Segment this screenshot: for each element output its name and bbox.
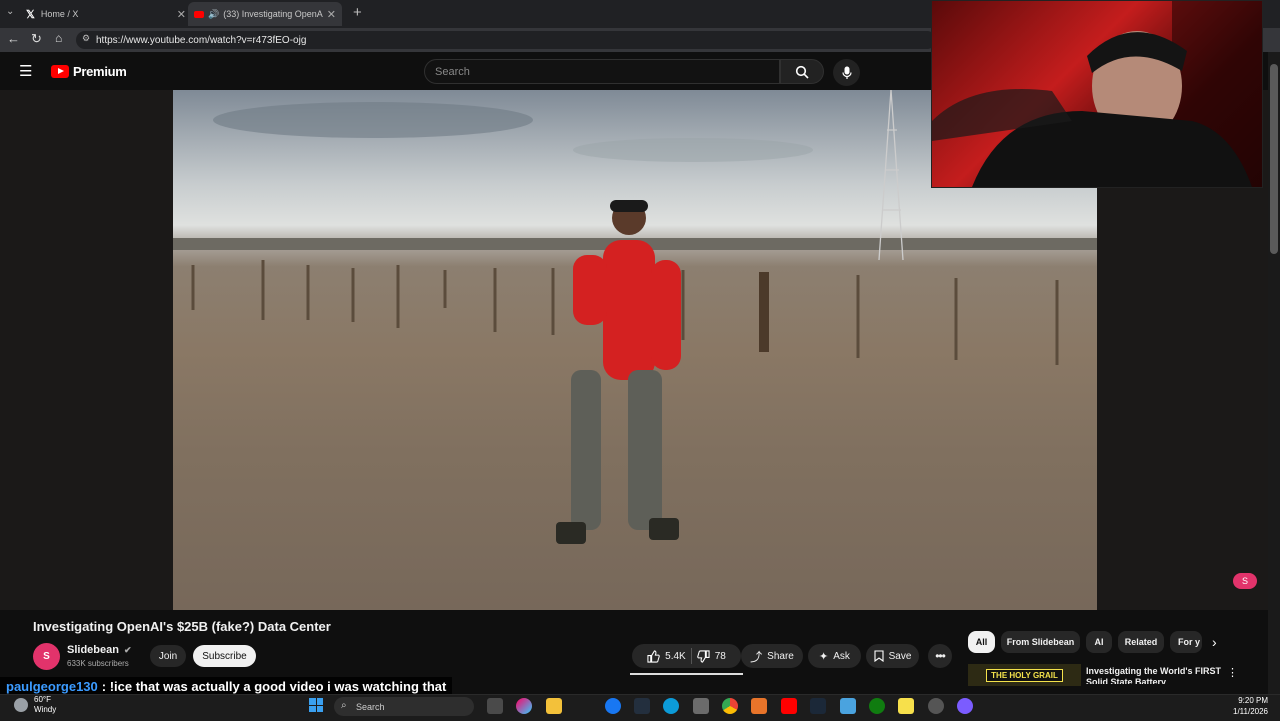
verified-icon: ✔ — [124, 645, 132, 655]
sparkle-icon: ✦ — [819, 650, 829, 663]
file-explorer-icon[interactable] — [546, 698, 562, 714]
ask-button[interactable]: ✦ Ask — [808, 644, 861, 668]
subscribe-button[interactable]: Subscribe — [193, 645, 256, 667]
search-button[interactable] — [780, 59, 824, 84]
clock-time: 9:20 PM — [1238, 696, 1268, 705]
thumbs-down-icon — [696, 649, 710, 663]
windows-start-icon[interactable] — [309, 698, 323, 712]
weather-widget[interactable]: 60°F Windy — [34, 695, 56, 715]
subscriber-count: 633K subscribers — [67, 659, 129, 668]
home-icon[interactable]: ⌂ — [55, 31, 62, 45]
audio-playing-icon[interactable]: 🔊 — [208, 9, 219, 20]
chevron-right-icon[interactable]: › — [1212, 634, 1217, 650]
reload-icon[interactable]: ↻ — [31, 31, 42, 47]
clock-date: 1/11/2026 — [1233, 707, 1268, 716]
chip-from-slidebean[interactable]: From Slidebean — [1001, 631, 1080, 653]
channel-name[interactable]: Slidebean ✔ — [67, 644, 132, 656]
save-button[interactable]: Save — [866, 644, 919, 668]
like-count: 5.4K — [665, 650, 686, 662]
obs-icon[interactable] — [928, 698, 944, 714]
microphone-icon — [841, 66, 852, 79]
youtube-app-icon[interactable] — [781, 698, 797, 714]
channel-watermark-badge[interactable]: S — [1233, 573, 1257, 589]
new-tab-icon[interactable]: + — [353, 4, 362, 21]
app-icon[interactable] — [840, 698, 856, 714]
vlc-icon[interactable] — [751, 698, 767, 714]
close-tab-icon[interactable]: ✕ — [177, 8, 186, 21]
recommended-video-title[interactable]: Investigating the World's FIRST Solid St… — [1086, 666, 1221, 684]
x-icon: 𝕏 — [26, 8, 35, 21]
weather-icon[interactable] — [14, 698, 28, 712]
chip-ai[interactable]: AI — [1086, 631, 1112, 653]
logo-text: Premium — [73, 64, 127, 79]
share-label: Share — [767, 650, 794, 662]
youtube-icon — [194, 10, 204, 18]
chat-message-text: : !ice that was actually a good video i … — [101, 679, 447, 694]
ask-label: Ask — [833, 650, 850, 662]
tab-list-chevron-icon[interactable]: ⌄ — [6, 6, 14, 17]
channel-name-text: Slidebean — [67, 644, 119, 656]
chip-all[interactable]: All — [968, 631, 995, 653]
thumbnail-text: THE HOLY GRAIL — [986, 668, 1063, 682]
tab-title: Home / X — [40, 9, 79, 19]
youtube-logo-icon — [51, 65, 69, 78]
tab-home-x[interactable]: 𝕏 Home / X ✕ — [26, 2, 186, 26]
task-view-icon[interactable] — [487, 698, 503, 714]
search-input[interactable]: Search — [424, 59, 780, 84]
weather-temperature: 60°F — [34, 695, 51, 704]
more-actions-button[interactable]: ••• — [928, 644, 952, 668]
like-dislike-group: 5.4K 78 — [632, 644, 741, 668]
recommended-video-thumbnail[interactable]: THE HOLY GRAIL — [968, 664, 1081, 686]
streamer-webcam-image — [932, 1, 1262, 187]
scrollbar-thumb[interactable] — [1270, 64, 1278, 254]
chrome-icon[interactable] — [722, 698, 738, 714]
menu-icon[interactable]: ☰ — [19, 62, 32, 80]
back-icon[interactable]: ← — [7, 31, 20, 46]
edge-browser-icon[interactable] — [663, 698, 679, 714]
voice-search-button[interactable] — [833, 59, 860, 86]
address-bar[interactable]: ⚙ https://www.youtube.com/watch?v=r473fE… — [76, 31, 936, 49]
like-button[interactable]: 5.4K — [647, 649, 686, 663]
taskbar-search-label: Search — [356, 701, 385, 712]
dislike-button[interactable]: 78 — [696, 649, 726, 663]
more-horizontal-icon: ••• — [935, 649, 946, 663]
close-tab-icon[interactable]: ✕ — [327, 8, 336, 21]
chip-related[interactable]: Related — [1118, 631, 1164, 653]
taskbar-clock[interactable]: 9:20 PM 1/11/2026 — [1222, 695, 1268, 717]
video-title: Investigating OpenAI's $25B (fake?) Data… — [33, 619, 331, 634]
site-info-icon[interactable]: ⚙ — [82, 33, 90, 44]
taskbar-search-box[interactable]: ⌕ Search — [334, 697, 474, 716]
save-label: Save — [888, 650, 912, 662]
search-icon: ⌕ — [341, 700, 347, 711]
webcam-overlay — [931, 0, 1263, 188]
thumbs-up-icon — [647, 649, 660, 663]
chip-for-you[interactable]: For y — [1170, 631, 1202, 653]
search-placeholder: Search — [435, 65, 470, 78]
tab-title: (33) Investigating OpenAI's $2 — [223, 9, 323, 19]
more-vertical-icon[interactable]: ⋮ — [1227, 666, 1238, 679]
facebook-icon[interactable] — [605, 698, 621, 714]
app-circle-icon[interactable] — [957, 698, 973, 714]
bookmark-icon — [874, 650, 884, 662]
chat-username: paulgeorge130 — [6, 679, 98, 694]
like-divider — [690, 648, 692, 664]
tab-youtube-video[interactable]: 🔊 (33) Investigating OpenAI's $2 ✕ — [188, 2, 342, 26]
url-text: https://www.youtube.com/watch?v=r473fEO-… — [96, 34, 307, 46]
share-icon: ⤴ — [750, 649, 763, 664]
dislike-count: 78 — [714, 650, 726, 662]
channel-avatar[interactable]: S — [33, 643, 60, 670]
xbox-icon[interactable] — [869, 698, 885, 714]
sticky-notes-icon[interactable] — [898, 698, 914, 714]
weather-description: Windy — [34, 705, 57, 714]
calculator-icon[interactable] — [693, 698, 709, 714]
steam-icon[interactable] — [810, 698, 826, 714]
join-button[interactable]: Join — [150, 645, 186, 667]
like-ratio-bar — [630, 673, 743, 675]
share-button[interactable]: ⤴ Share — [741, 644, 803, 668]
amazon-icon[interactable] — [634, 698, 650, 714]
youtube-premium-logo[interactable]: Premium — [51, 64, 127, 79]
copilot-icon[interactable] — [516, 698, 532, 714]
search-icon — [795, 65, 809, 79]
